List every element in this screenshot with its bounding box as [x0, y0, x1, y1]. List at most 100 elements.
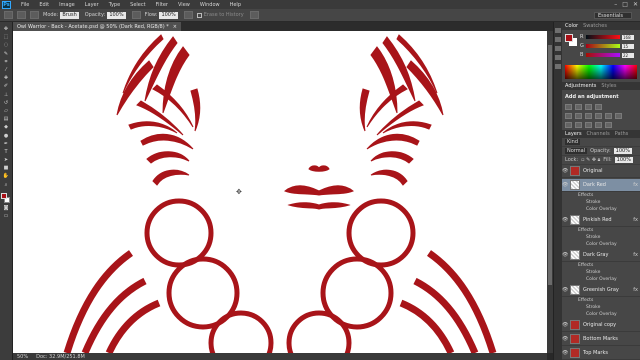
quick-select-tool-icon[interactable]: ✎ — [2, 51, 10, 57]
stroke-effect[interactable]: Stroke — [586, 305, 600, 312]
color-spectrum-bar[interactable] — [565, 65, 637, 79]
tab-adjustments[interactable]: Adjustments — [565, 83, 596, 89]
quick-mask-icon[interactable]: ◙ — [2, 205, 10, 211]
document-tab-close-icon[interactable]: × — [173, 24, 177, 30]
menu-type[interactable]: Type — [104, 2, 125, 8]
screen-mode-icon[interactable]: ▭ — [2, 213, 10, 219]
visibility-eye-icon[interactable]: 👁︎ — [562, 217, 568, 223]
document-tab[interactable]: Owl Warrior - Back - Acetate.psd @ 50% (… — [13, 22, 181, 31]
stroke-effect[interactable]: Stroke — [586, 270, 600, 277]
green-slider[interactable] — [586, 44, 620, 48]
layer-fx-badge[interactable]: fx — [633, 182, 638, 188]
color-overlay-effect[interactable]: Color Overlay — [586, 242, 617, 249]
pen-tool-icon[interactable]: ✒ — [2, 141, 10, 147]
menu-filter[interactable]: Filter — [151, 2, 173, 8]
zoom-level[interactable]: 50% — [17, 354, 28, 360]
properties-panel-icon[interactable] — [555, 37, 561, 42]
visibility-eye-icon[interactable]: 👁︎ — [562, 252, 568, 258]
hue-saturation-icon[interactable] — [575, 113, 582, 119]
type-tool-icon[interactable]: T — [2, 149, 10, 155]
pressure-opacity-icon[interactable] — [131, 11, 141, 19]
blue-value[interactable]: 22 — [622, 52, 634, 58]
visibility-eye-icon[interactable]: 👁︎ — [562, 182, 568, 188]
layer-row[interactable]: 👁︎ Dark Gray fx — [562, 249, 640, 262]
layer-fx-badge[interactable]: fx — [633, 217, 638, 223]
red-value[interactable]: 168 — [622, 34, 634, 40]
eraser-tool-preset-icon[interactable] — [4, 11, 13, 19]
tab-paths[interactable]: Paths — [615, 131, 629, 137]
pressure-size-icon[interactable] — [249, 11, 259, 19]
color-panel-foreground[interactable] — [565, 34, 573, 42]
tab-swatches[interactable]: Swatches — [583, 23, 607, 29]
vibrance-icon[interactable] — [565, 113, 572, 119]
menu-image[interactable]: Image — [54, 2, 80, 8]
visibility-eye-icon[interactable]: 👁︎ — [562, 350, 568, 356]
gradient-tool-icon[interactable]: ▤ — [2, 116, 10, 122]
airbrush-icon[interactable] — [183, 11, 193, 19]
visibility-eye-icon[interactable]: 👁︎ — [562, 336, 568, 342]
effects-group-label[interactable]: Effects — [578, 228, 593, 235]
tab-styles[interactable]: Styles — [601, 83, 616, 89]
blend-mode-select[interactable]: Normal — [565, 148, 588, 154]
clone-stamp-tool-icon[interactable]: ⊥ — [2, 92, 10, 98]
menu-layer[interactable]: Layer — [80, 2, 104, 8]
brush-panel-toggle-icon[interactable] — [30, 11, 39, 19]
layer-row[interactable]: 👁︎ Original copy — [562, 319, 640, 332]
layer-fx-badge[interactable]: fx — [633, 252, 638, 258]
lock-icons[interactable]: ▫ ✎ ✥ 🔒︎ — [581, 157, 600, 163]
visibility-eye-icon[interactable]: 👁︎ — [562, 287, 568, 293]
erase-history-checkbox[interactable] — [196, 12, 202, 18]
paragraph-panel-icon[interactable] — [555, 64, 561, 69]
visibility-eye-icon[interactable]: 👁︎ — [562, 168, 568, 174]
red-slider[interactable] — [586, 35, 620, 39]
blue-slider[interactable] — [586, 53, 620, 57]
workspace-select[interactable]: Essentials — [594, 12, 632, 19]
tab-layers[interactable]: Layers — [565, 131, 582, 137]
document-canvas[interactable]: ✥ — [13, 31, 547, 353]
menu-help[interactable]: Help — [225, 2, 246, 8]
zoom-tool-icon[interactable]: ⌕ — [2, 182, 10, 188]
history-panel-icon[interactable] — [555, 28, 561, 33]
hand-tool-icon[interactable]: ✋ — [2, 173, 10, 179]
eyedropper-tool-icon[interactable]: ⁄ — [2, 67, 10, 73]
menu-view[interactable]: View — [173, 2, 195, 8]
color-overlay-effect[interactable]: Color Overlay — [586, 207, 617, 214]
move-tool-icon[interactable]: ✥ — [2, 26, 10, 32]
exposure-icon[interactable] — [595, 104, 602, 110]
healing-tool-icon[interactable]: ✚ — [2, 75, 10, 81]
visibility-eye-icon[interactable]: 👁︎ — [562, 322, 568, 328]
black-white-icon[interactable] — [595, 113, 602, 119]
color-overlay-effect[interactable]: Color Overlay — [586, 277, 617, 284]
scrollbar-thumb[interactable] — [548, 45, 552, 285]
maximize-button[interactable]: □ — [622, 1, 628, 8]
green-value[interactable]: 15 — [622, 43, 634, 49]
posterize-icon[interactable] — [575, 122, 582, 128]
effects-group-label[interactable]: Effects — [578, 193, 593, 200]
path-select-tool-icon[interactable]: ➤ — [2, 157, 10, 163]
mode-select[interactable]: Brush — [60, 11, 79, 19]
brightness-contrast-icon[interactable] — [565, 104, 572, 110]
color-balance-icon[interactable] — [585, 113, 592, 119]
threshold-icon[interactable] — [585, 122, 592, 128]
menu-window[interactable]: Window — [195, 2, 225, 8]
brush-size-icon[interactable] — [17, 11, 26, 19]
crop-tool-icon[interactable]: ⌗ — [2, 59, 10, 65]
layer-row[interactable]: 👁︎ Dark Red fx — [562, 179, 640, 192]
color-panel-swatches[interactable] — [565, 34, 577, 46]
flow-field[interactable]: 100% — [159, 11, 178, 19]
menu-select[interactable]: Select — [125, 2, 150, 8]
stroke-effect[interactable]: Stroke — [586, 235, 600, 242]
opacity-field[interactable]: 100% — [107, 11, 126, 19]
brush-presets-icon[interactable] — [555, 46, 561, 51]
invert-icon[interactable] — [565, 122, 572, 128]
layer-row[interactable]: 👁︎ Bottom Marks — [562, 333, 640, 346]
blur-tool-icon[interactable]: ◆ — [2, 124, 10, 130]
brush-tool-icon[interactable]: ✐ — [2, 83, 10, 89]
minimize-button[interactable]: – — [614, 1, 617, 8]
lasso-tool-icon[interactable]: ◌ — [2, 42, 10, 48]
dodge-tool-icon[interactable]: ● — [2, 133, 10, 139]
color-swatches[interactable] — [1, 192, 11, 204]
layer-row[interactable]: 👁︎ Original — [562, 165, 640, 178]
foreground-color-swatch[interactable] — [1, 192, 7, 199]
stroke-effect[interactable]: Stroke — [586, 200, 600, 207]
